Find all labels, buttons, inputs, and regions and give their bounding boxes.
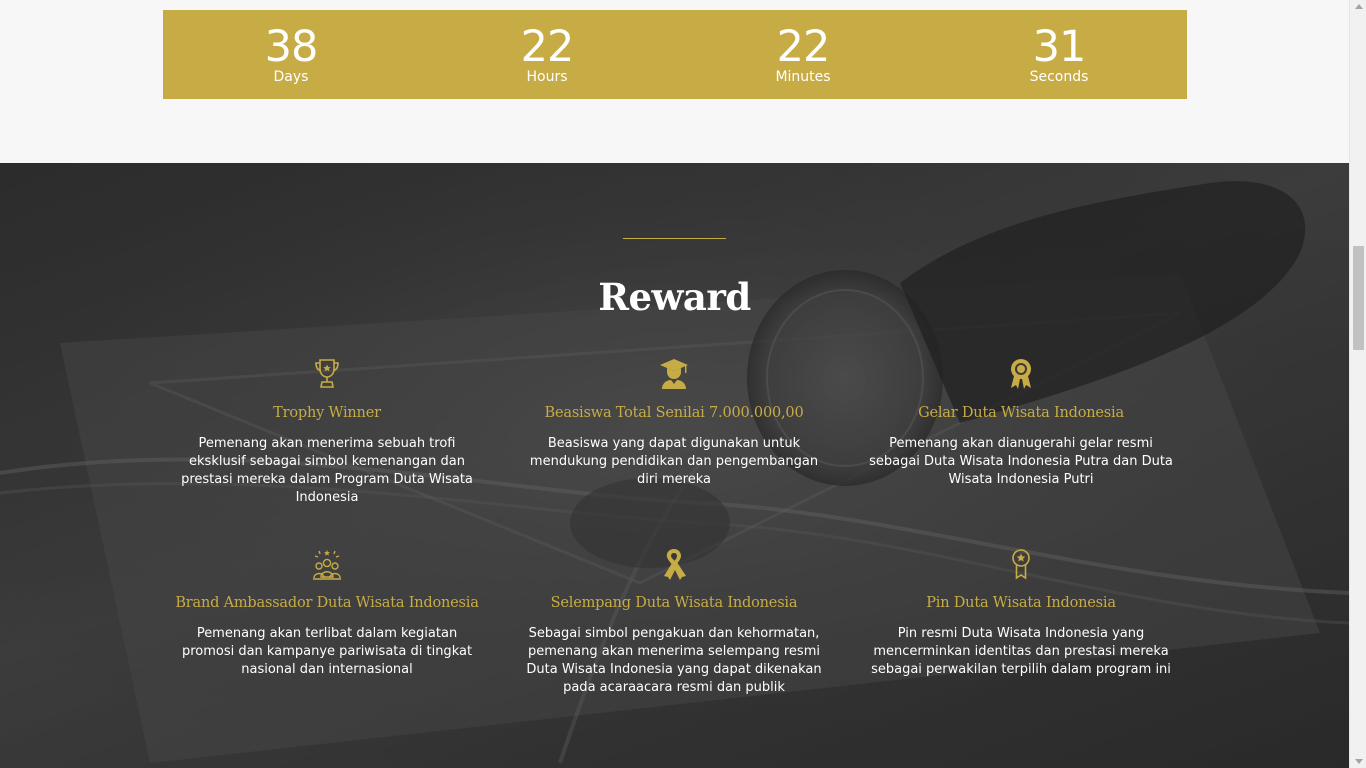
countdown-seconds: 31 Seconds — [931, 10, 1187, 99]
reward-title: Gelar Duta Wisata Indonesia — [918, 405, 1124, 421]
reward-title: Brand Ambassador Duta Wisata Indonesia — [175, 595, 479, 611]
countdown-label: Minutes — [775, 69, 831, 85]
reward-description: Pemenang akan menerima sebuah trofi eksk… — [181, 436, 473, 505]
reward-card-trophy: Trophy Winner Pemenang akan menerima seb… — [167, 357, 487, 507]
reward-description: Sebagai simbol pengakuan dan kehormatan,… — [526, 626, 822, 695]
reward-card-ambassador: Brand Ambassador Duta Wisata Indonesia P… — [167, 547, 487, 679]
reward-title: Trophy Winner — [273, 405, 381, 421]
pin-medal-icon — [1005, 547, 1037, 581]
countdown-label: Seconds — [1029, 69, 1089, 85]
reward-section: Reward Trophy Winner Pemenang akan mener… — [0, 163, 1349, 768]
countdown-section: 38 Days 22 Hours 22 Minutes 31 Seconds — [0, 0, 1349, 163]
reward-card-scholarship: Beasiswa Total Senilai 7.000.000,00 Beas… — [514, 357, 834, 489]
reward-title: Beasiswa Total Senilai 7.000.000,00 — [544, 405, 804, 421]
countdown-label: Days — [273, 69, 309, 85]
award-rosette-icon — [1005, 357, 1037, 391]
ribbon-icon — [658, 547, 690, 581]
reward-card-title: Gelar Duta Wisata Indonesia Pemenang aka… — [861, 357, 1181, 489]
scroll-up-arrow-icon[interactable] — [1355, 4, 1363, 9]
graduate-icon — [658, 357, 690, 391]
countdown-hours: 22 Hours — [419, 10, 675, 99]
countdown-value: 31 — [1032, 22, 1087, 72]
reward-title: Pin Duta Wisata Indonesia — [926, 595, 1116, 611]
countdown-minutes: 22 Minutes — [675, 10, 931, 99]
reward-card-sash: Selempang Duta Wisata Indonesia Sebagai … — [514, 547, 834, 697]
reward-description: Pin resmi Duta Wisata Indonesia yang men… — [871, 626, 1171, 677]
trophy-icon — [311, 357, 343, 391]
section-title: Reward — [598, 275, 751, 319]
reward-description: Pemenang akan terlibat dalam kegiatan pr… — [181, 626, 473, 677]
page-scrollbar[interactable] — [1349, 0, 1366, 768]
countdown-value: 22 — [520, 22, 575, 72]
reward-title: Selempang Duta Wisata Indonesia — [550, 595, 798, 611]
reward-card-pin: Pin Duta Wisata Indonesia Pin resmi Duta… — [861, 547, 1181, 679]
page: 38 Days 22 Hours 22 Minutes 31 Seconds R… — [0, 0, 1349, 768]
countdown-label: Hours — [526, 69, 568, 85]
scroll-down-arrow-icon[interactable] — [1355, 759, 1363, 764]
reward-description: Beasiswa yang dapat digunakan untuk mend… — [529, 436, 819, 487]
countdown-value: 38 — [264, 22, 319, 72]
section-divider — [623, 238, 726, 239]
scrollbar-thumb[interactable] — [1353, 246, 1364, 350]
countdown-days: 38 Days — [163, 10, 419, 99]
group-star-icon — [311, 547, 343, 581]
countdown-timer: 38 Days 22 Hours 22 Minutes 31 Seconds — [163, 10, 1187, 99]
reward-description: Pemenang akan dianugerahi gelar resmi se… — [869, 436, 1173, 487]
countdown-value: 22 — [776, 22, 831, 72]
